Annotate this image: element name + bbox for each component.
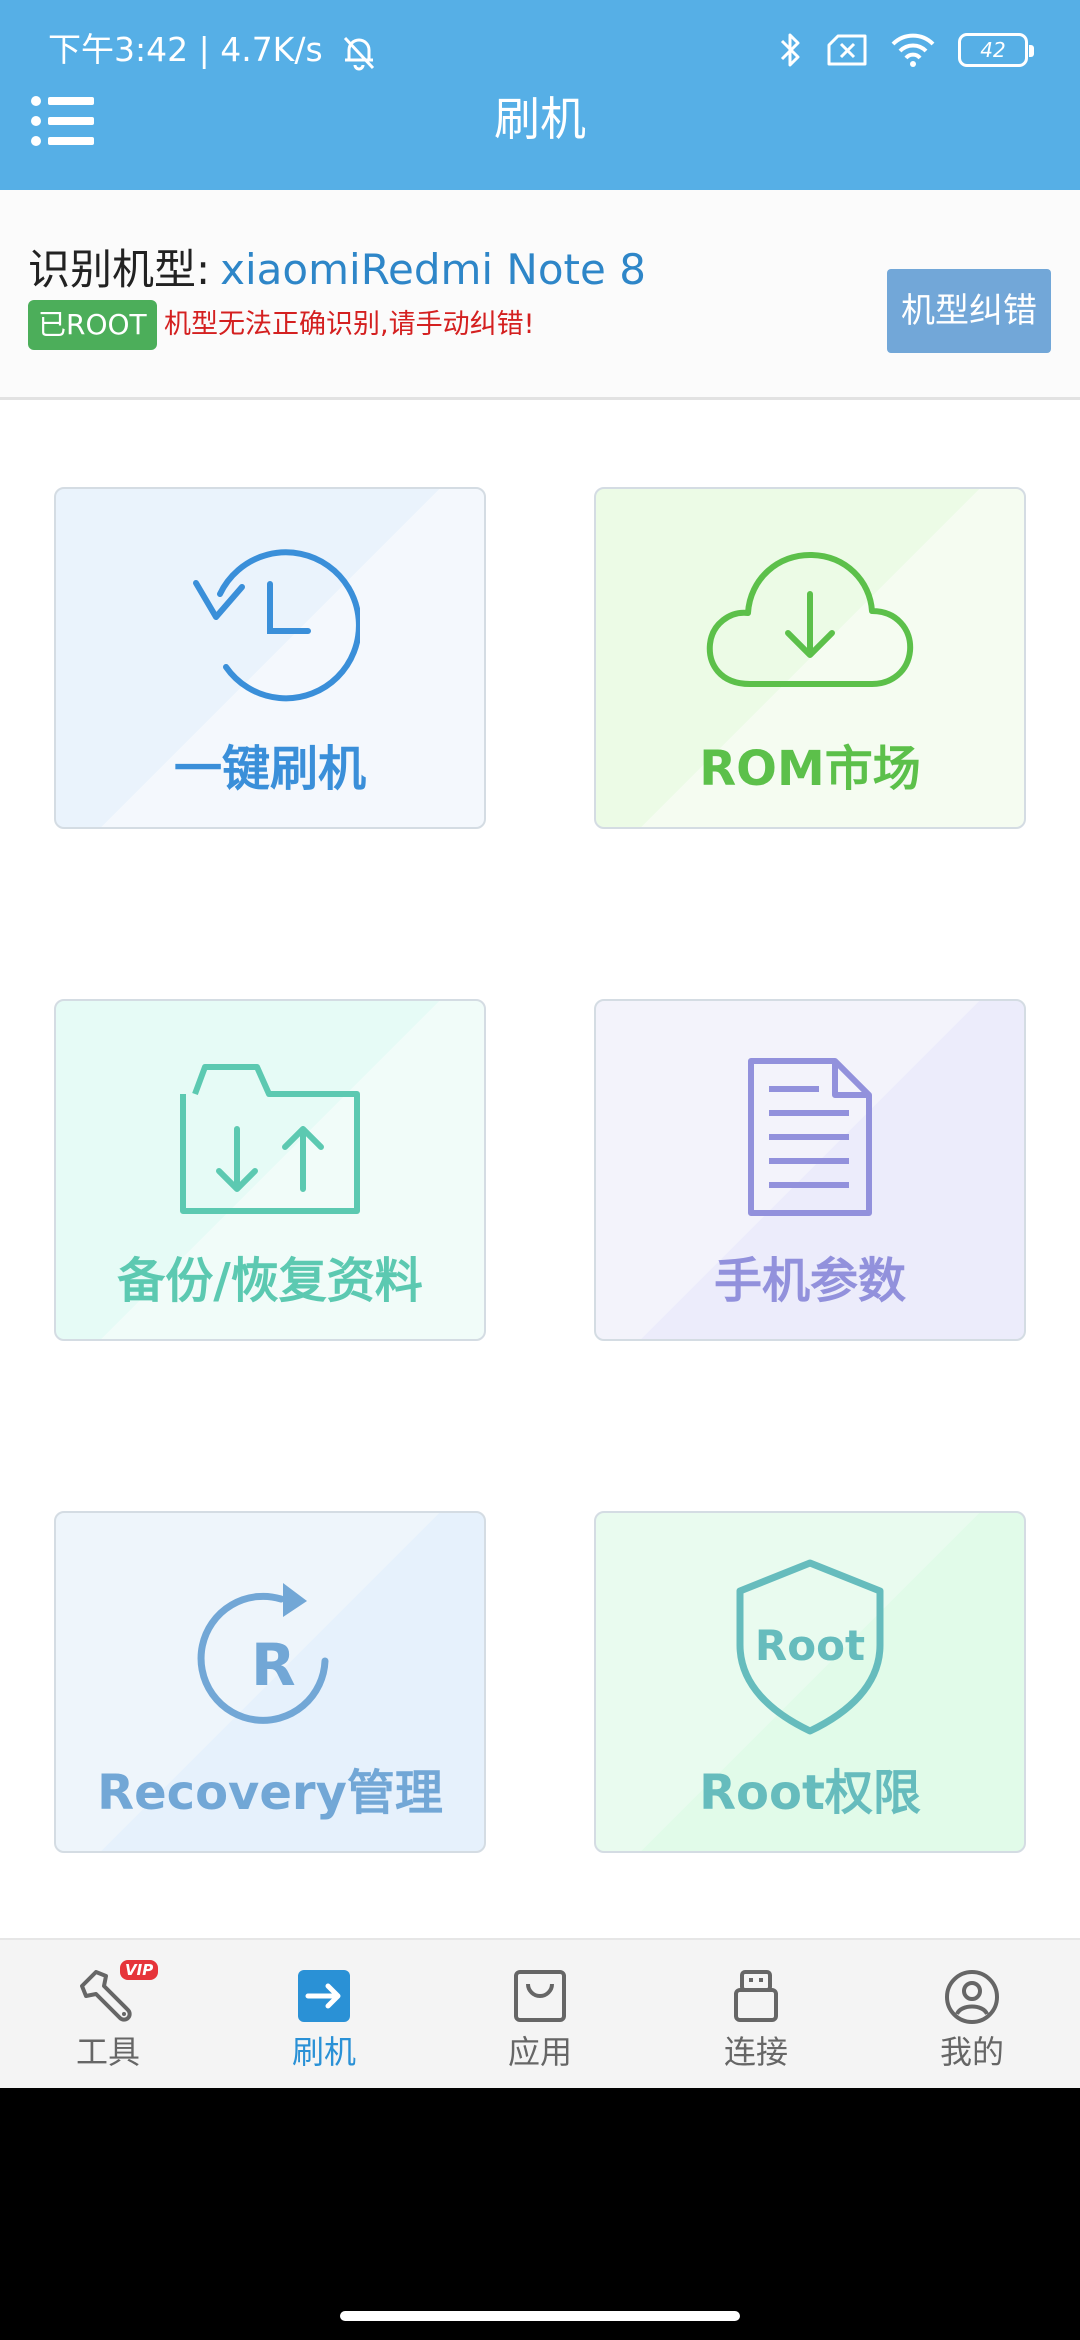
nav-item-apps[interactable]: 应用 bbox=[432, 1940, 648, 2088]
app-root: 下午3:42 | 4.7K/s 42 刷机 识别机型: xiaomiRedmi … bbox=[0, 0, 1080, 2088]
no-sim-icon bbox=[827, 34, 867, 66]
tile-phone-parameters[interactable]: 手机参数 bbox=[594, 999, 1026, 1341]
device-model-label: 识别机型: bbox=[28, 245, 211, 294]
bottom-navigation: VIP 工具 刷机 应用 连接 我的 bbox=[0, 1938, 1080, 2088]
tile-label: Root权限 bbox=[699, 1765, 921, 1821]
svg-text:Root: Root bbox=[755, 1621, 865, 1670]
tile-rom-market[interactable]: ROM市场 bbox=[594, 487, 1026, 829]
root-shield-icon: Root bbox=[736, 1559, 884, 1735]
top-bar: 下午3:42 | 4.7K/s 42 刷机 bbox=[0, 0, 1080, 190]
bluetooth-icon bbox=[780, 33, 800, 67]
tile-label: 手机参数 bbox=[713, 1253, 906, 1309]
usb-icon bbox=[734, 1970, 778, 2022]
tile-label: 一键刷机 bbox=[173, 741, 366, 797]
status-time-speed: 下午3:42 | 4.7K/s bbox=[48, 30, 323, 69]
nav-label: 连接 bbox=[723, 2033, 788, 2071]
cloud-download-icon bbox=[706, 551, 914, 687]
document-icon bbox=[748, 1058, 872, 1216]
vip-badge: VIP bbox=[120, 1960, 159, 1980]
battery-icon: 42 bbox=[958, 33, 1034, 67]
nav-label: 我的 bbox=[939, 2033, 1004, 2071]
folder-transfer-icon bbox=[180, 1064, 360, 1214]
status-left: 下午3:42 | 4.7K/s bbox=[48, 26, 379, 74]
svg-text:R: R bbox=[251, 1631, 296, 1699]
recovery-r-icon: R bbox=[197, 1583, 329, 1724]
page-title: 刷机 bbox=[494, 92, 586, 146]
user-circle-icon bbox=[945, 1970, 999, 2024]
nav-item-flash[interactable]: 刷机 bbox=[216, 1940, 432, 2088]
nav-item-connect[interactable]: 连接 bbox=[648, 1940, 864, 2088]
tile-label: ROM市场 bbox=[699, 741, 921, 797]
nav-label: 刷机 bbox=[291, 2033, 356, 2071]
home-indicator[interactable] bbox=[340, 2311, 740, 2321]
status-right: 42 bbox=[778, 28, 1034, 72]
root-status-badge: 已ROOT bbox=[28, 300, 157, 350]
model-correction-button[interactable]: 机型纠错 bbox=[887, 269, 1051, 353]
battery-level: 42 bbox=[980, 38, 1006, 62]
nav-label: 应用 bbox=[507, 2033, 572, 2071]
tile-label: 备份/恢复资料 bbox=[117, 1253, 423, 1309]
tile-one-click-flash[interactable]: 一键刷机 bbox=[54, 487, 486, 829]
flash-arrow-icon bbox=[298, 1970, 350, 2022]
nav-label: 工具 bbox=[75, 2033, 140, 2071]
device-model-value: xiaomiRedmi Note 8 bbox=[220, 245, 646, 294]
nav-item-mine[interactable]: 我的 bbox=[864, 1940, 1080, 2088]
device-info-panel: 识别机型: xiaomiRedmi Note 8 已ROOT 机型无法正确识别,请… bbox=[0, 190, 1080, 400]
tile-label: Recovery管理 bbox=[97, 1765, 443, 1821]
nav-item-tools[interactable]: VIP 工具 bbox=[0, 1940, 216, 2088]
tile-backup-restore[interactable]: 备份/恢复资料 bbox=[54, 999, 486, 1341]
history-clock-icon bbox=[193, 549, 360, 702]
shopping-bag-icon bbox=[514, 1970, 566, 2022]
device-warning-text: 机型无法正确识别,请手动纠错! bbox=[164, 309, 535, 340]
tile-root-permission[interactable]: Root Root权限 bbox=[594, 1511, 1026, 1853]
status-bar: 下午3:42 | 4.7K/s 42 bbox=[0, 0, 1080, 100]
wifi-icon bbox=[891, 33, 935, 67]
tile-recovery-management[interactable]: R Recovery管理 bbox=[54, 1511, 486, 1853]
mute-bell-icon bbox=[344, 36, 375, 70]
device-model-line: 识别机型: xiaomiRedmi Note 8 bbox=[28, 240, 646, 300]
